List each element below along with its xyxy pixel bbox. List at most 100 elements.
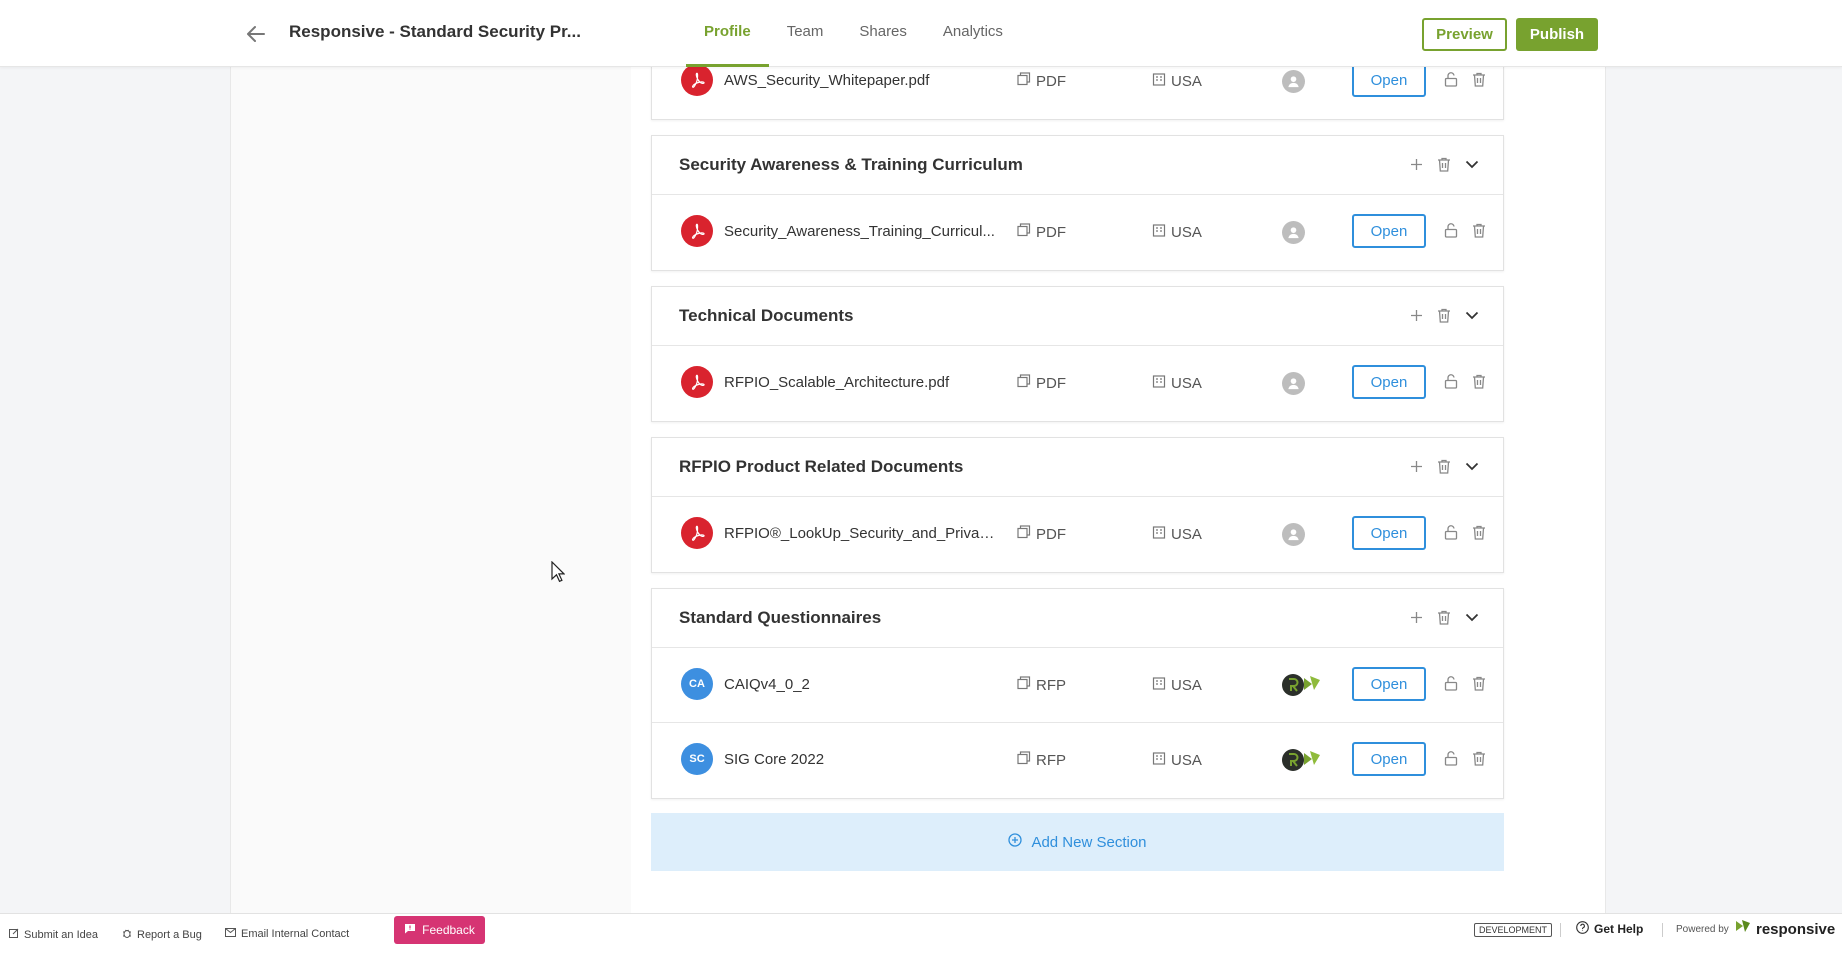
trash-icon[interactable] [1470, 70, 1488, 88]
copy-icon [1017, 374, 1031, 392]
document-type: RFP [1017, 676, 1066, 694]
document-type-label: RFP [1036, 676, 1066, 694]
chevron-down-icon[interactable] [1463, 306, 1481, 324]
feedback-icon [404, 923, 416, 937]
document-region: USA [1152, 525, 1202, 543]
document-row: CA CAIQv4_0_2 RFP USA Open [652, 648, 1503, 723]
chevron-down-icon[interactable] [1463, 608, 1481, 626]
profile-tabs: Profile Team Shares Analytics [686, 0, 1021, 67]
plus-icon[interactable] [1407, 155, 1425, 173]
open-button[interactable]: Open [1352, 516, 1426, 550]
unlock-icon[interactable] [1442, 221, 1460, 239]
unlock-icon[interactable] [1442, 674, 1460, 692]
add-new-section-button[interactable]: Add New Section [651, 813, 1504, 871]
building-icon [1152, 223, 1166, 241]
open-button[interactable]: Open [1352, 365, 1426, 399]
document-region-label: USA [1171, 676, 1202, 694]
user-avatar-icon [1282, 523, 1305, 546]
unlock-icon[interactable] [1442, 523, 1460, 541]
document-type: PDF [1017, 223, 1066, 241]
tab-shares[interactable]: Shares [841, 0, 925, 67]
section-card: Security Awareness & Training Curriculum… [651, 135, 1504, 271]
feedback-button[interactable]: Feedback [394, 916, 485, 944]
building-icon [1152, 374, 1166, 392]
section-header: Standard Questionnaires [652, 589, 1503, 648]
plus-circle-icon [1008, 833, 1023, 851]
submit-idea-link[interactable]: Submit an Idea [9, 928, 98, 941]
building-icon [1152, 676, 1166, 694]
trash-icon[interactable] [1435, 155, 1453, 173]
chevron-down-icon[interactable] [1463, 155, 1481, 173]
open-button[interactable]: Open [1352, 63, 1426, 97]
report-bug-link[interactable]: Report a Bug [122, 928, 202, 941]
unlock-icon[interactable] [1442, 749, 1460, 767]
page-title: Responsive - Standard Security Pr... [289, 22, 581, 41]
section-header: Technical Documents [652, 287, 1503, 346]
trash-icon[interactable] [1470, 674, 1488, 692]
tab-analytics[interactable]: Analytics [925, 0, 1021, 67]
publish-button[interactable]: Publish [1516, 18, 1598, 51]
environment-badge: DEVELOPMENT [1474, 923, 1553, 937]
unlock-icon[interactable] [1442, 372, 1460, 390]
email-contact-label: Email Internal Contact [241, 928, 350, 940]
brand-logo: responsive [1735, 919, 1835, 939]
tab-profile[interactable]: Profile [686, 0, 769, 67]
row-actions [1442, 523, 1488, 541]
file-initials-icon: CA [681, 668, 713, 700]
section-card: Technical Documents RFPIO_Scalable_Archi… [651, 286, 1504, 422]
trash-icon[interactable] [1435, 457, 1453, 475]
document-region-label: USA [1171, 374, 1202, 392]
trash-icon[interactable] [1470, 749, 1488, 767]
section-title: Standard Questionnaires [679, 608, 882, 627]
document-row: RFPIO_Scalable_Architecture.pdf PDF USA … [652, 346, 1503, 421]
trash-icon[interactable] [1435, 608, 1453, 626]
row-actions [1442, 674, 1488, 692]
pdf-file-icon [681, 366, 713, 398]
document-row: Security_Awareness_Training_Curricul... … [652, 195, 1503, 270]
back-arrow-icon[interactable] [244, 22, 268, 46]
trash-icon[interactable] [1470, 221, 1488, 239]
trash-icon[interactable] [1435, 306, 1453, 324]
document-name[interactable]: Security_Awareness_Training_Curricul... [724, 223, 999, 240]
open-button[interactable]: Open [1352, 667, 1426, 701]
get-help-link[interactable]: Get Help [1576, 921, 1643, 937]
help-icon [1576, 921, 1589, 937]
plus-icon[interactable] [1407, 306, 1425, 324]
user-avatar-icon [1282, 221, 1305, 244]
email-contact-link[interactable]: Email Internal Contact [225, 928, 349, 940]
section-card: Standard Questionnaires CA CAIQv4_0_2 RF… [651, 588, 1504, 799]
row-actions [1442, 749, 1488, 767]
section-header: Security Awareness & Training Curriculum [652, 136, 1503, 195]
copy-icon [1017, 223, 1031, 241]
footer-divider [1560, 923, 1561, 937]
document-name[interactable]: SIG Core 2022 [724, 751, 999, 768]
row-actions [1442, 70, 1488, 88]
document-name[interactable]: CAIQv4_0_2 [724, 676, 999, 693]
document-type-label: PDF [1036, 223, 1066, 241]
document-type: RFP [1017, 751, 1066, 769]
pdf-file-icon [681, 64, 713, 96]
plus-icon[interactable] [1407, 457, 1425, 475]
add-new-section-label: Add New Section [1031, 833, 1147, 851]
file-initials-icon: SC [681, 743, 713, 775]
trash-icon[interactable] [1470, 372, 1488, 390]
open-button[interactable]: Open [1352, 742, 1426, 776]
open-button[interactable]: Open [1352, 214, 1426, 248]
preview-button[interactable]: Preview [1422, 18, 1507, 51]
document-row: SC SIG Core 2022 RFP USA Open [652, 723, 1503, 798]
section-actions [1407, 155, 1481, 173]
unlock-icon[interactable] [1442, 70, 1460, 88]
document-region: USA [1152, 223, 1202, 241]
document-name[interactable]: AWS_Security_Whitepaper.pdf [724, 72, 999, 89]
plus-icon[interactable] [1407, 608, 1425, 626]
document-region: USA [1152, 374, 1202, 392]
building-icon [1152, 72, 1166, 90]
chevron-down-icon[interactable] [1463, 457, 1481, 475]
responsive-mark-icon [1735, 919, 1751, 939]
document-name[interactable]: RFPIO®_LookUp_Security_and_Privacy... [724, 525, 999, 542]
section-actions [1407, 457, 1481, 475]
tab-team[interactable]: Team [769, 0, 842, 67]
document-name[interactable]: RFPIO_Scalable_Architecture.pdf [724, 374, 999, 391]
trash-icon[interactable] [1470, 523, 1488, 541]
document-type: PDF [1017, 72, 1066, 90]
